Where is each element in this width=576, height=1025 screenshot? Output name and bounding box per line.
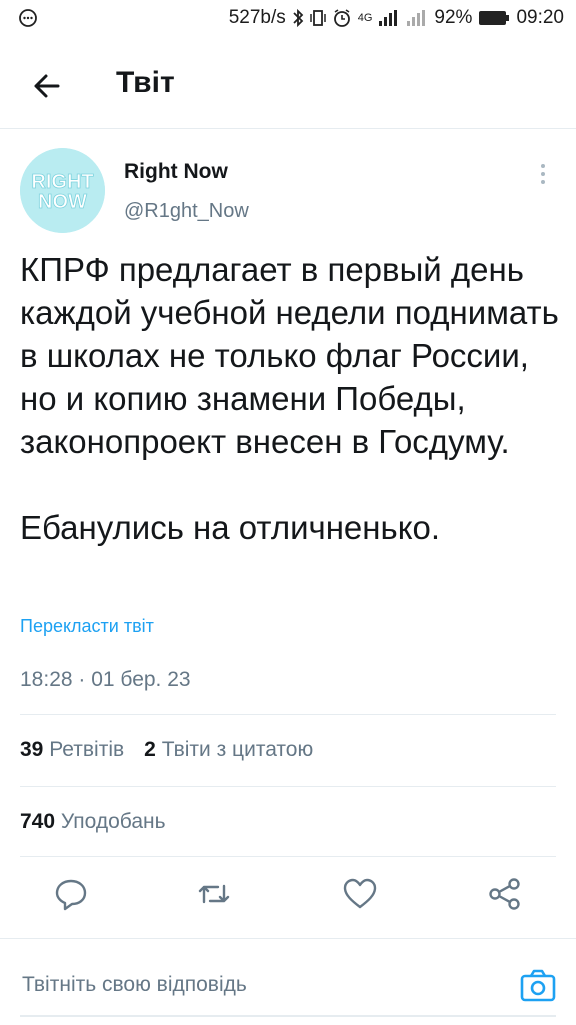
tweet-actions — [0, 876, 576, 916]
vibrate-icon — [309, 8, 326, 28]
battery-icon — [478, 10, 510, 26]
retweet-stats: 39 Ретвітів 2 Твіти з цитатою — [20, 738, 313, 762]
back-arrow-icon[interactable] — [28, 66, 68, 106]
retweets-label: Ретвітів — [49, 738, 125, 761]
signal-icon-secondary — [406, 9, 428, 27]
chat-bubble-icon — [18, 8, 38, 33]
divider — [20, 714, 556, 715]
likes-label: Уподобань — [60, 810, 166, 833]
tweet-text: КПРФ предлагает в первый день каждой уче… — [20, 248, 560, 549]
reply-input[interactable]: Твітніть свою відповідь — [22, 973, 247, 997]
page-title: Твіт — [116, 66, 175, 99]
retweet-icon[interactable] — [196, 876, 232, 912]
likes-stat[interactable]: 740 Уподобань — [20, 810, 166, 834]
author-name[interactable]: Right Now — [124, 160, 228, 184]
battery-percent: 92% — [434, 7, 473, 28]
reply-composer: Твітніть свою відповідь — [0, 938, 576, 1025]
reply-underline — [20, 1015, 556, 1017]
quotes-label: Твіти з цитатою — [161, 738, 314, 761]
tweet-text-paragraph: Ебанулись на отличненько. — [20, 509, 441, 546]
retweets-count: 39 — [20, 738, 44, 761]
network-type: 4G — [357, 12, 373, 24]
divider — [20, 856, 556, 857]
top-app-bar: Твіт — [0, 44, 576, 129]
author-handle[interactable]: @R1ght_Now — [124, 200, 249, 223]
network-speed: 527b/s — [228, 7, 286, 28]
divider — [20, 786, 556, 787]
alarm-icon — [332, 8, 352, 28]
signal-icon — [378, 9, 400, 27]
avatar-text-line2: NOW — [38, 191, 87, 213]
more-options-icon[interactable] — [536, 162, 550, 186]
clock: 09:20 — [516, 7, 564, 28]
retweets-stat[interactable]: 39 Ретвітів — [20, 738, 124, 762]
tweet-text-paragraph: КПРФ предлагает в первый день каждой уче… — [20, 251, 559, 460]
camera-icon[interactable] — [520, 969, 556, 1003]
reply-icon[interactable] — [53, 876, 89, 912]
share-icon[interactable] — [487, 876, 523, 912]
like-icon[interactable] — [342, 876, 378, 912]
avatar[interactable]: RIGHT NOW — [20, 148, 105, 233]
bluetooth-icon — [292, 8, 304, 28]
quotes-count: 2 — [144, 738, 156, 761]
status-bar: 527b/s 4G 92% 09:20 — [0, 0, 576, 40]
quotes-stat[interactable]: 2 Твіти з цитатою — [144, 738, 313, 762]
tweet-timestamp: 18:28 · 01 бер. 23 — [20, 668, 191, 691]
likes-count: 740 — [20, 810, 56, 833]
translate-link[interactable]: Перекласти твіт — [20, 616, 154, 637]
avatar-text-line1: RIGHT — [31, 171, 93, 193]
